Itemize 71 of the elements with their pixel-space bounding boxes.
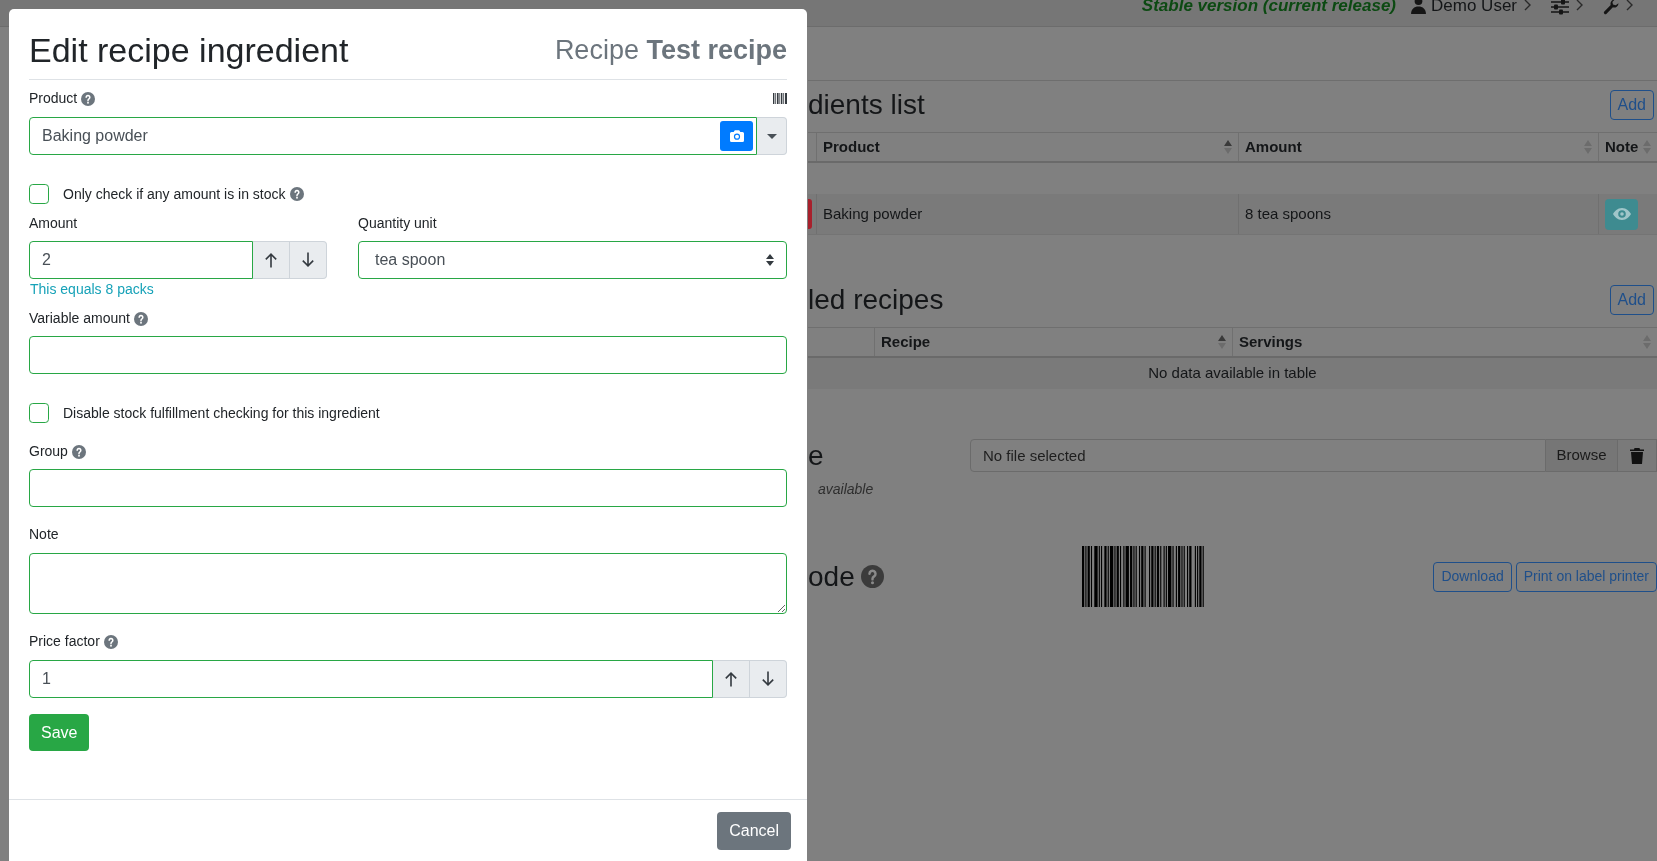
cancel-button[interactable]: Cancel — [717, 812, 791, 850]
checkbox-label: Disable stock fulfillment checking for this ingredient — [63, 404, 380, 423]
help-icon[interactable] — [81, 91, 96, 106]
field-label: Quantity unit — [358, 213, 437, 233]
modal-title: Edit recipe ingredient — [29, 30, 349, 71]
user-menu[interactable]: Demo User — [1411, 0, 1517, 14]
amount-hint: This equals 8 packs — [29, 281, 154, 297]
arrow-up-icon — [724, 671, 738, 687]
column-header[interactable]: Product — [823, 135, 880, 159]
field-label: Price factor — [29, 632, 100, 651]
person-icon — [1411, 0, 1427, 14]
section-heading: ode — [808, 561, 855, 592]
decrease-button[interactable] — [290, 241, 327, 279]
save-button[interactable]: Save — [29, 714, 90, 751]
browse-button[interactable]: Browse — [1546, 439, 1618, 472]
arrow-up-icon — [264, 252, 278, 268]
section-heading: led recipes — [808, 285, 944, 315]
product-input[interactable]: Baking powder — [29, 117, 757, 155]
eye-icon — [1612, 208, 1631, 220]
delete-button[interactable] — [1618, 439, 1657, 472]
quantity-unit-select[interactable]: tea spoon — [358, 241, 787, 279]
field-label: Amount — [29, 213, 78, 233]
sort-icon[interactable] — [1224, 139, 1232, 155]
table-cell-text: Baking powder — [823, 203, 923, 224]
checkbox[interactable] — [29, 403, 49, 423]
field-label: Product — [29, 89, 78, 108]
help-icon[interactable] — [860, 565, 884, 588]
chevron-icon — [1626, 0, 1633, 11]
arrow-down-icon — [301, 252, 315, 268]
caret-icon — [766, 133, 777, 139]
group-input[interactable] — [29, 469, 787, 507]
column-header[interactable]: Amount — [1245, 135, 1302, 159]
field-label: Note — [29, 525, 59, 544]
increase-button[interactable] — [253, 241, 290, 279]
amount-input[interactable]: 2 — [29, 241, 253, 279]
camera-button[interactable] — [720, 121, 753, 151]
price-factor-input[interactable]: 1 — [29, 660, 713, 698]
barcode-icon[interactable] — [773, 93, 787, 104]
help-icon[interactable] — [133, 311, 148, 326]
increase-button[interactable] — [713, 660, 750, 698]
checkbox-label: Only check if any amount is in stock — [63, 185, 286, 204]
arrow-down-icon — [761, 671, 775, 687]
help-icon[interactable] — [103, 634, 118, 649]
section-heading: dients list — [808, 90, 925, 120]
sort-icon[interactable] — [1218, 334, 1226, 350]
field-label: Variable amount — [29, 309, 130, 328]
chevron-icon — [1576, 0, 1583, 11]
chevron-icon — [1524, 0, 1531, 11]
recipe-subtitle: Recipe Test recipe — [554, 34, 787, 67]
help-icon[interactable] — [71, 444, 86, 459]
note-textarea[interactable] — [29, 553, 787, 614]
trash-icon — [1630, 447, 1644, 464]
view-button[interactable] — [1605, 198, 1638, 230]
updown-icon — [766, 254, 774, 266]
column-header[interactable]: Servings — [1239, 330, 1303, 354]
column-header[interactable]: Recipe — [881, 330, 931, 354]
file-field[interactable]: No file selected — [970, 439, 1546, 472]
wrench-icon[interactable] — [1603, 0, 1619, 15]
decrease-button[interactable] — [750, 660, 787, 698]
help-icon[interactable] — [289, 187, 304, 201]
table-cell-text: 8 tea spoons — [1245, 203, 1331, 224]
empty-table-message: No data available in table — [1148, 363, 1317, 384]
section-heading: e — [808, 440, 825, 471]
dropdown-button[interactable] — [757, 117, 787, 155]
caption-text: available — [817, 480, 875, 498]
variable-amount-input[interactable] — [29, 336, 787, 374]
camera-icon — [728, 129, 745, 143]
column-header[interactable]: Note — [1605, 135, 1639, 159]
sliders-icon[interactable] — [1551, 0, 1569, 15]
field-label: Group — [29, 442, 68, 461]
checkbox[interactable] — [29, 184, 49, 204]
